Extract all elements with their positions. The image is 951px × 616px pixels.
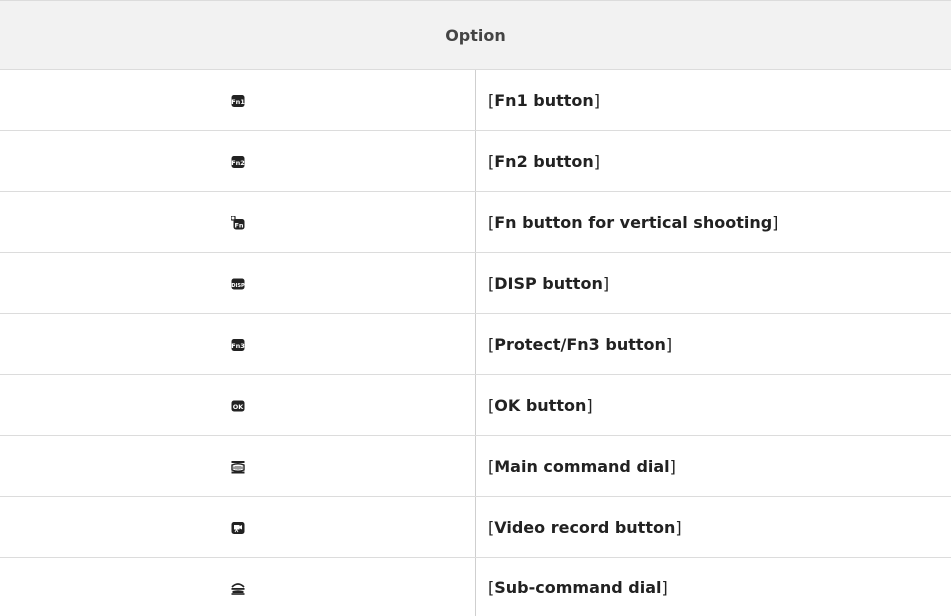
icon-cell [0, 558, 476, 616]
label-cell: [Sub-command dial] [476, 558, 951, 616]
svg-text:Fn1: Fn1 [231, 98, 245, 106]
table-row: Fn [Fn button for vertical shooting] [0, 192, 951, 253]
svg-text:DISP: DISP [231, 283, 245, 289]
label-cell: [Fn button for vertical shooting] [476, 192, 951, 253]
table-row: Fn3 [Protect/Fn3 button] [0, 314, 951, 375]
option-label: Protect/Fn3 button [494, 335, 666, 354]
svg-text:OK: OK [232, 403, 244, 411]
label-cell: [Fn1 button] [476, 70, 951, 131]
option-label: Video record button [494, 518, 675, 537]
label-cell: [Fn2 button] [476, 131, 951, 192]
table-row: [Main command dial] [0, 436, 951, 497]
fn2-button-icon: Fn2 [231, 155, 245, 169]
table-header-row: Option [0, 1, 951, 70]
table-row: [Sub-command dial] [0, 558, 951, 616]
table-row: Fn2 [Fn2 button] [0, 131, 951, 192]
icon-cell: DISP [0, 253, 476, 314]
icon-cell [0, 436, 476, 497]
option-label: Sub-command dial [494, 578, 661, 597]
label-cell: [Main command dial] [476, 436, 951, 497]
sub-command-dial-icon [231, 581, 245, 595]
icon-cell [0, 497, 476, 558]
icon-cell: Fn3 [0, 314, 476, 375]
option-column-header: Option [0, 1, 951, 70]
options-table: Option Fn1 [Fn1 button] Fn2 [Fn2 button] [0, 0, 951, 616]
table-row: DISP [DISP button] [0, 253, 951, 314]
svg-text:Fn3: Fn3 [231, 342, 245, 350]
fn1-button-icon: Fn1 [231, 94, 245, 108]
icon-cell: OK [0, 375, 476, 436]
option-label: Fn1 button [494, 91, 594, 110]
label-cell: [Protect/Fn3 button] [476, 314, 951, 375]
table-row: Fn1 [Fn1 button] [0, 70, 951, 131]
main-command-dial-icon [231, 460, 245, 474]
table-row: OK [OK button] [0, 375, 951, 436]
icon-cell: Fn [0, 192, 476, 253]
option-label: Fn button for vertical shooting [494, 213, 772, 232]
svg-text:Fn2: Fn2 [231, 159, 245, 167]
table-row: [Video record button] [0, 497, 951, 558]
svg-text:Fn: Fn [234, 222, 243, 230]
icon-cell: Fn1 [0, 70, 476, 131]
option-label: Fn2 button [494, 152, 594, 171]
icon-cell: Fn2 [0, 131, 476, 192]
option-label: Main command dial [494, 457, 669, 476]
label-cell: [Video record button] [476, 497, 951, 558]
label-cell: [OK button] [476, 375, 951, 436]
option-label: DISP button [494, 274, 603, 293]
vertical-fn-button-icon: Fn [231, 216, 245, 230]
video-record-button-icon [231, 521, 245, 535]
fn3-button-icon: Fn3 [231, 338, 245, 352]
option-label: OK button [494, 396, 586, 415]
label-cell: [DISP button] [476, 253, 951, 314]
ok-button-icon: OK [231, 399, 245, 413]
disp-button-icon: DISP [231, 277, 245, 291]
